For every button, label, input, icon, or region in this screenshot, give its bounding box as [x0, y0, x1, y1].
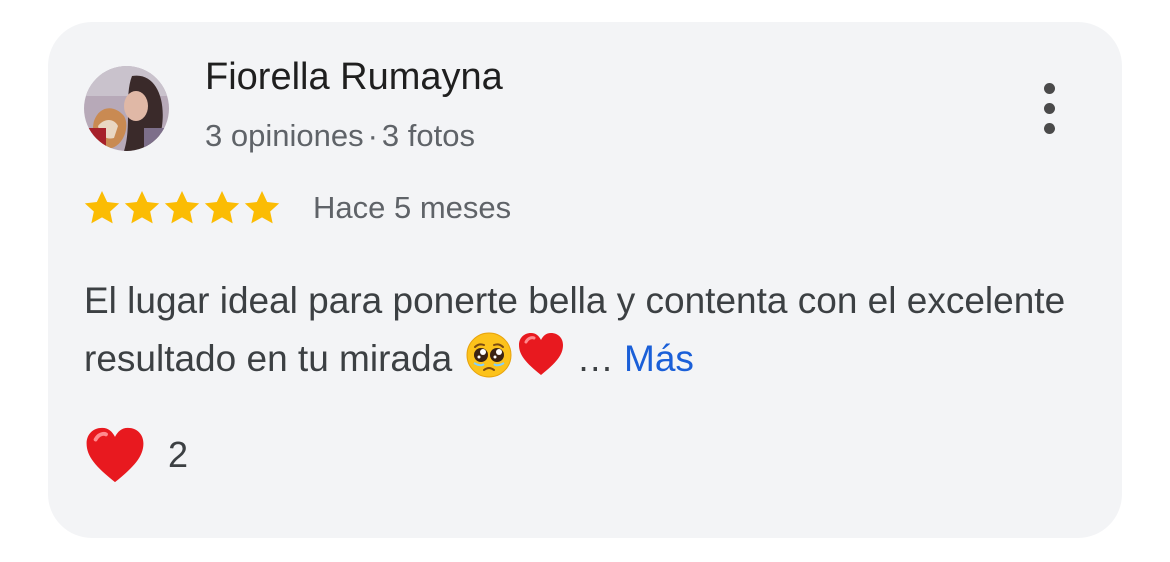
- star-icon: [164, 191, 200, 224]
- avatar[interactable]: [84, 66, 169, 151]
- text-ellipsis: …: [576, 338, 614, 379]
- star-rating: [82, 188, 282, 228]
- review-time: Hace 5 meses: [313, 190, 512, 225]
- review-text: El lugar ideal para ponerte bella y cont…: [84, 272, 1094, 388]
- more-options-button[interactable]: [1030, 80, 1070, 136]
- author-name[interactable]: Fiorella Rumayna: [205, 56, 503, 99]
- more-link[interactable]: Más: [624, 338, 694, 379]
- pleading-face-icon: [466, 332, 512, 378]
- red-heart-icon: [86, 427, 144, 483]
- author-meta: 3 opiniones · 3 fotos: [205, 118, 475, 154]
- like-reaction-button[interactable]: 2: [82, 422, 188, 488]
- review-card: Fiorella Rumayna 3 opiniones · 3 fotos Hac…: [48, 22, 1122, 538]
- star-icon: [124, 191, 160, 224]
- review-body: El lugar ideal para ponerte bella y cont…: [84, 280, 1066, 379]
- reaction-count: 2: [168, 434, 189, 475]
- star-icon: [84, 191, 120, 224]
- meta-separator: ·: [367, 118, 378, 153]
- author-photo-count: 3 fotos: [381, 118, 475, 153]
- author-review-count: 3 opiniones: [205, 118, 364, 153]
- red-heart-icon: [519, 333, 564, 375]
- star-icon: [244, 191, 280, 224]
- star-icon: [204, 191, 240, 224]
